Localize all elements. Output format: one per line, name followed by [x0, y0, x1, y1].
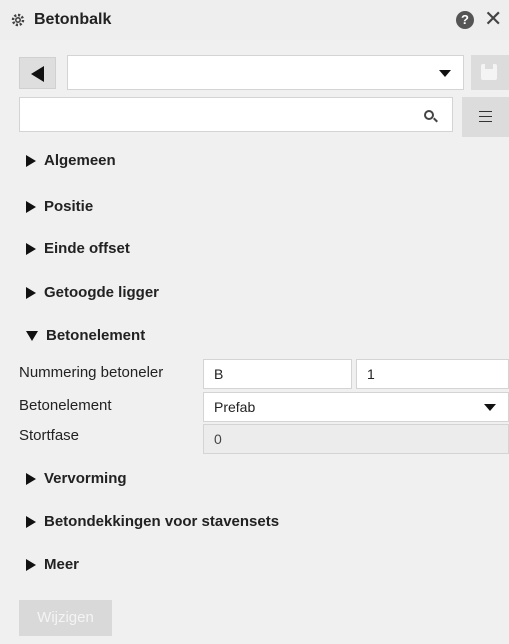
section-einde-offset[interactable]: Einde offset [26, 240, 130, 257]
chevron-down-icon [484, 404, 496, 411]
nummering-prefix-input[interactable]: B [203, 359, 352, 389]
expand-arrow-icon [26, 472, 36, 485]
betonelement-select[interactable]: Prefab [203, 392, 509, 422]
expand-arrow-icon [26, 286, 36, 299]
section-label: Vervorming [44, 470, 127, 487]
section-label: Positie [44, 198, 94, 215]
section-label: Betondekkingen voor stavensets [44, 513, 280, 530]
expand-arrow-icon [26, 154, 36, 167]
gear-icon [11, 13, 25, 27]
collapse-arrow-icon [26, 330, 38, 341]
window-title: Betonbalk [34, 11, 112, 28]
expand-arrow-icon [26, 558, 36, 571]
chevron-down-icon [439, 70, 451, 77]
menu-button[interactable] [462, 97, 509, 137]
section-positie[interactable]: Positie [26, 198, 93, 215]
search-input[interactable] [19, 97, 453, 132]
section-label: Algemeen [44, 152, 116, 169]
search-icon[interactable] [424, 110, 434, 120]
expand-arrow-icon [26, 515, 36, 528]
section-vervorming[interactable]: Vervorming [26, 470, 127, 487]
nummering-label: Nummering betoneler [19, 364, 164, 381]
betonelement-select-value: Prefab [214, 399, 256, 415]
betonelement-label: Betonelement [19, 397, 112, 414]
section-meer[interactable]: Meer [26, 556, 79, 573]
section-label: Meer [44, 556, 80, 573]
expand-arrow-icon [26, 200, 36, 213]
section-betondekkingen[interactable]: Betondekkingen voor stavensets [26, 513, 279, 530]
menu-icon [479, 111, 492, 122]
back-button[interactable] [19, 57, 56, 89]
nummering-start-input[interactable]: 1 [356, 359, 509, 389]
expand-arrow-icon [26, 242, 36, 255]
section-getoogde-ligger[interactable]: Getoogde ligger [26, 284, 159, 301]
section-betonelement[interactable]: Betonelement [26, 327, 145, 344]
apply-button[interactable]: Wijzigen [19, 600, 112, 636]
save-icon [481, 64, 497, 80]
title-bar: Betonbalk ? ✕ [0, 0, 509, 40]
stortfase-label: Stortfase [19, 427, 80, 444]
section-label: Getoogde ligger [44, 284, 160, 301]
preset-select[interactable] [67, 55, 464, 90]
section-label: Betonelement [46, 327, 146, 344]
stortfase-field: 0 [203, 424, 509, 454]
section-label: Einde offset [44, 240, 130, 257]
close-icon[interactable]: ✕ [484, 7, 502, 31]
help-icon[interactable]: ? [456, 11, 474, 29]
save-button[interactable] [471, 55, 509, 90]
section-algemeen[interactable]: Algemeen [26, 152, 116, 169]
